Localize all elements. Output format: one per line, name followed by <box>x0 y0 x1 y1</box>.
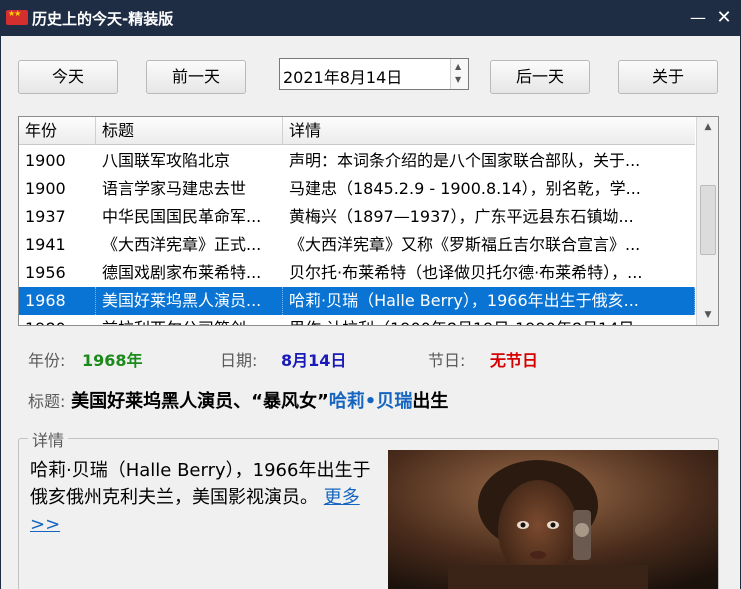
portrait-image <box>388 450 718 589</box>
event-title-line: 标题: 美国好莱坞黑人演员、“暴风女”哈莉•贝瑞出生 <box>28 387 448 413</box>
cell-title: 中华民国国民革命军... <box>102 207 262 226</box>
cell-year: 1937 <box>25 207 66 226</box>
year-label: 年份: <box>28 351 66 370</box>
year-value: 1968年 <box>82 351 143 370</box>
about-button[interactable]: 关于 <box>618 60 718 94</box>
cell-detail: 声明：本词条介绍的是八个国家联合部队，关于... <box>289 151 641 170</box>
cell-title: 《大西洋宪章》正式... <box>102 235 262 254</box>
title-text: 美国好莱坞黑人演员、“暴风女” <box>71 391 329 412</box>
date-picker-value[interactable]: 2021年8月14日 <box>283 64 402 88</box>
cell-year: 1968 <box>19 287 96 315</box>
cell-detail: 哈莉·贝瑞（Halle Berry），1966年出生于俄亥... <box>283 287 695 315</box>
cell-title: 前拉利亚尔公司笼创... <box>96 315 283 325</box>
minimize-button[interactable]: — <box>688 8 708 28</box>
close-button[interactable]: ✕ <box>714 8 734 28</box>
window-title: 历史上的今天-精装版 <box>32 10 174 28</box>
cell-title: 语言学家马建忠去世 <box>102 179 247 198</box>
cell-title: 德国戏剧家布莱希特... <box>102 263 262 282</box>
scroll-down-icon[interactable]: ▼ <box>697 305 718 325</box>
festival-value: 无节日 <box>490 351 539 370</box>
date-label: 日期: <box>220 351 258 370</box>
table-row[interactable]: 1900 语言学家马建忠去世 马建忠（1845.2.9 - 1900.8.14）… <box>19 175 695 203</box>
table-scrollbar[interactable]: ▲ ▼ <box>696 117 718 325</box>
table-header: 年份 标题 详情 <box>19 117 695 145</box>
table-row-selected[interactable]: 1968 美国好莱坞黑人演员... 哈莉·贝瑞（Halle Berry），196… <box>19 287 695 315</box>
detail-group-label: 详情 <box>28 427 69 451</box>
cell-detail: 《大西洋宪章》又称《罗斯福丘吉尔联合宣言》... <box>289 235 641 254</box>
cell-detail: 黄梅兴（1897—1937），广东平远县东石镇坳... <box>289 207 634 226</box>
cell-year: 1900 <box>25 179 66 198</box>
table-row[interactable]: 1980 前拉利亚尔公司笼创... 里作 计拉利（1900年8月19日-1990… <box>19 315 695 325</box>
spin-down-icon[interactable]: ▼ <box>455 75 461 84</box>
cell-detail: 里作 计拉利（1900年8月19日-1990年8月14日... <box>283 315 695 325</box>
events-table[interactable]: 年份 标题 详情 1900 八国联军攻陷北京 声明：本词条介绍的是八个国家联合部… <box>18 116 719 326</box>
date-value: 8月14日 <box>281 351 347 370</box>
cell-detail: 马建忠（1845.2.9 - 1900.8.14），别名乾，学... <box>289 179 641 198</box>
table-row[interactable]: 1937 中华民国国民革命军... 黄梅兴（1897—1937），广东平远县东石… <box>19 203 695 231</box>
spin-up-icon[interactable]: ▲ <box>455 62 461 71</box>
prev-day-button[interactable]: 前一天 <box>146 60 246 94</box>
date-spinner[interactable]: ▲ ▼ <box>450 59 468 89</box>
title-bar: 历史上的今天-精装版 — ✕ <box>0 0 741 36</box>
detail-text: 哈莉·贝瑞（Halle Berry），1966年出生于俄亥俄州克利夫兰，美国影视… <box>30 457 380 538</box>
column-header-title[interactable]: 标题 <box>96 117 283 145</box>
today-button[interactable]: 今天 <box>18 60 118 94</box>
column-header-detail[interactable]: 详情 <box>283 117 695 145</box>
title-label: 标题: <box>28 392 66 411</box>
festival-label: 节日: <box>428 351 466 370</box>
cell-detail: 贝尔托·布莱希特（也译做贝托尔德·布莱希特），... <box>289 263 643 282</box>
table-row[interactable]: 1900 八国联军攻陷北京 声明：本词条介绍的是八个国家联合部队，关于... <box>19 147 695 175</box>
detail-body: 哈莉·贝瑞（Halle Berry），1966年出生于俄亥俄州克利夫兰，美国影视… <box>30 460 371 508</box>
cell-title: 美国好莱坞黑人演员... <box>96 287 283 315</box>
event-photo <box>388 450 718 589</box>
cell-title: 八国联军攻陷北京 <box>102 151 231 170</box>
scrollbar-thumb[interactable] <box>700 185 716 255</box>
table-row[interactable]: 1956 德国戏剧家布莱希特... 贝尔托·布莱希特（也译做贝托尔德·布莱希特）… <box>19 259 695 287</box>
next-day-button[interactable]: 后一天 <box>490 60 590 94</box>
date-picker[interactable]: 2021年8月14日 ▲ ▼ <box>279 58 469 90</box>
cell-year: 1900 <box>25 151 66 170</box>
scroll-up-icon[interactable]: ▲ <box>697 117 718 137</box>
cell-year: 1941 <box>25 235 66 254</box>
app-flag-icon <box>6 9 28 25</box>
cell-year: 1980 <box>19 315 96 325</box>
table-row[interactable]: 1941 《大西洋宪章》正式... 《大西洋宪章》又称《罗斯福丘吉尔联合宣言》.… <box>19 231 695 259</box>
column-header-year[interactable]: 年份 <box>19 117 96 145</box>
title-suffix: 出生 <box>412 391 449 412</box>
cell-year: 1956 <box>25 263 66 282</box>
person-link[interactable]: 哈莉•贝瑞 <box>329 391 413 412</box>
